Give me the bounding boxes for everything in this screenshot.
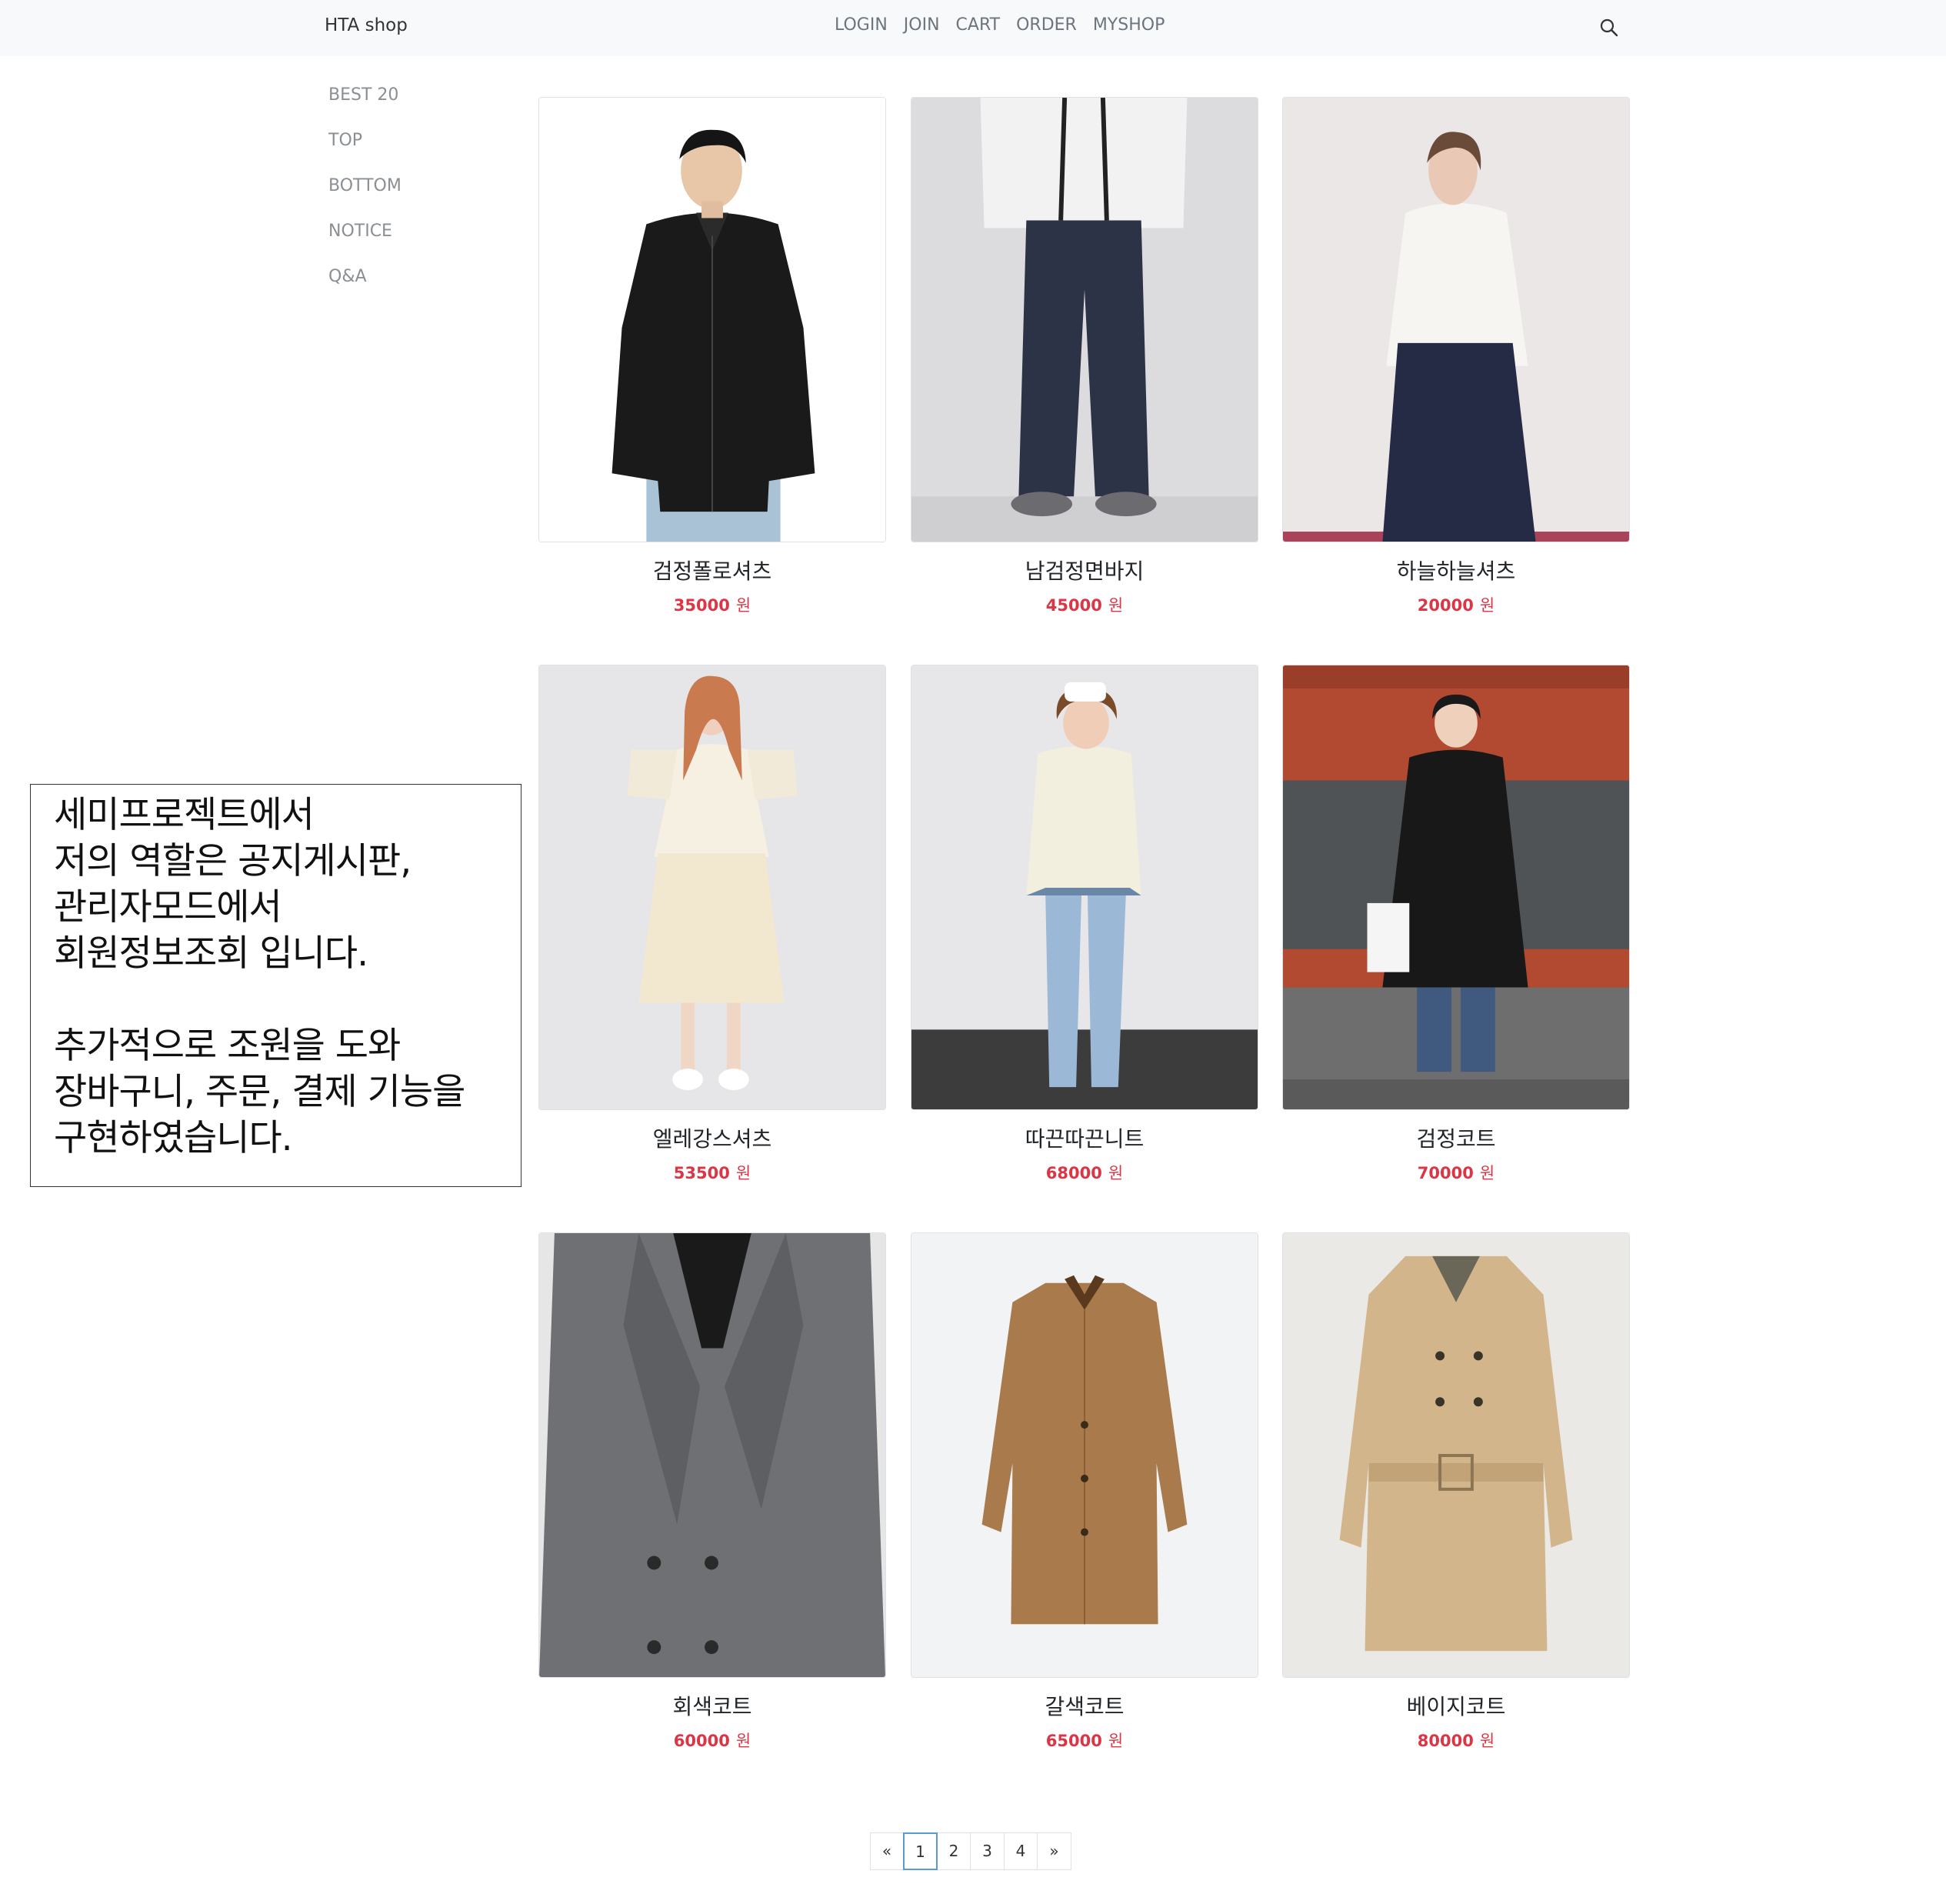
product-image[interactable] xyxy=(1282,97,1630,542)
price-value: 70000 xyxy=(1417,1164,1474,1182)
top-navbar: HTA shop LOGIN JOIN CART ORDER MYSHOP xyxy=(0,0,1946,56)
price-value: 45000 xyxy=(1045,596,1102,615)
product-name[interactable]: 하늘하늘셔츠 xyxy=(1282,555,1630,585)
price-currency: 원 xyxy=(1108,1732,1124,1750)
price-currency: 원 xyxy=(1108,1164,1124,1182)
product-card[interactable]: 검정폴로셔츠 35000 원 xyxy=(538,97,886,616)
price-currency: 원 xyxy=(1108,596,1124,615)
product-image[interactable] xyxy=(911,97,1258,542)
top-nav-links: LOGIN JOIN CART ORDER MYSHOP xyxy=(835,15,1165,35)
price-currency: 원 xyxy=(735,596,751,615)
nav-join[interactable]: JOIN xyxy=(904,15,940,35)
product-price: 60000 원 xyxy=(538,1729,886,1752)
product-name[interactable]: 검정폴로셔츠 xyxy=(538,555,886,585)
price-currency: 원 xyxy=(1479,1732,1495,1750)
product-image[interactable] xyxy=(1282,665,1630,1110)
price-value: 20000 xyxy=(1417,596,1474,615)
product-price: 35000 원 xyxy=(538,593,886,616)
product-name[interactable]: 검정코트 xyxy=(1282,1122,1630,1153)
product-name[interactable]: 갈색코트 xyxy=(911,1690,1258,1721)
product-image[interactable] xyxy=(538,665,886,1110)
nav-order[interactable]: ORDER xyxy=(1016,15,1077,35)
note-paragraph-extra: 추가적으로 조원을 도와 장바구니, 주문, 결제 기능을 구현하였습니다. xyxy=(54,1025,465,1159)
brand-link[interactable]: HTA shop xyxy=(325,15,408,35)
product-image[interactable] xyxy=(911,665,1258,1110)
product-card[interactable]: 남검정면바지 45000 원 xyxy=(911,97,1258,616)
product-card[interactable]: 엘레강스셔츠 53500 원 xyxy=(538,665,886,1184)
product-image[interactable] xyxy=(911,1232,1258,1678)
price-value: 68000 xyxy=(1045,1164,1102,1182)
product-name[interactable]: 엘레강스셔츠 xyxy=(538,1122,886,1153)
sidebar-item-qna[interactable]: Q&A xyxy=(328,263,402,308)
product-price: 53500 원 xyxy=(538,1161,886,1184)
category-sidebar: BEST 20 TOP BOTTOM NOTICE Q&A xyxy=(328,82,402,308)
product-image[interactable] xyxy=(1282,1232,1630,1678)
price-currency: 원 xyxy=(1479,1164,1495,1182)
sidebar-item-notice[interactable]: NOTICE xyxy=(328,218,402,263)
price-currency: 원 xyxy=(1479,596,1495,615)
nav-cart[interactable]: CART xyxy=(956,15,1001,35)
product-price: 70000 원 xyxy=(1282,1161,1630,1184)
price-value: 60000 xyxy=(673,1732,730,1750)
sidebar-item-top[interactable]: TOP xyxy=(328,127,402,172)
nav-login[interactable]: LOGIN xyxy=(835,15,888,35)
product-name[interactable]: 따끈따끈니트 xyxy=(911,1122,1258,1153)
product-card[interactable]: 하늘하늘셔츠 20000 원 xyxy=(1282,97,1630,616)
product-price: 68000 원 xyxy=(911,1161,1258,1184)
product-card[interactable]: 따끈따끈니트 68000 원 xyxy=(911,665,1258,1184)
page-4-button[interactable]: 4 xyxy=(1003,1832,1038,1870)
product-card[interactable]: 회색코트 60000 원 xyxy=(538,1232,886,1752)
product-card[interactable]: 베이지코트 80000 원 xyxy=(1282,1232,1630,1752)
page-prev-button[interactable]: « xyxy=(869,1832,905,1870)
page-3-button[interactable]: 3 xyxy=(970,1832,1005,1870)
price-value: 65000 xyxy=(1045,1732,1102,1750)
product-image[interactable] xyxy=(538,97,886,542)
note-paragraph-role: 세미프로젝트에서 저의 역할은 공지게시판, 관리자모드에서 회원정보조회 입니… xyxy=(54,794,412,975)
product-name[interactable]: 남검정면바지 xyxy=(911,555,1258,585)
product-name[interactable]: 베이지코트 xyxy=(1282,1690,1630,1721)
nav-myshop[interactable]: MYSHOP xyxy=(1093,15,1165,35)
product-price: 65000 원 xyxy=(911,1729,1258,1752)
price-value: 53500 xyxy=(673,1164,730,1182)
product-name[interactable]: 회색코트 xyxy=(538,1690,886,1721)
search-icon[interactable] xyxy=(1599,18,1619,38)
price-value: 35000 xyxy=(673,596,730,615)
page-2-button[interactable]: 2 xyxy=(936,1832,971,1870)
price-currency: 원 xyxy=(735,1164,751,1182)
product-price: 20000 원 xyxy=(1282,593,1630,616)
product-price: 80000 원 xyxy=(1282,1729,1630,1752)
page-next-button[interactable]: » xyxy=(1037,1832,1071,1870)
page-1-button[interactable]: 1 xyxy=(903,1832,938,1870)
product-card[interactable]: 갈색코트 65000 원 xyxy=(911,1232,1258,1752)
product-card[interactable]: 검정코트 70000 원 xyxy=(1282,665,1630,1184)
sidebar-item-bottom[interactable]: BOTTOM xyxy=(328,172,402,218)
product-image[interactable] xyxy=(538,1232,886,1678)
price-value: 80000 xyxy=(1417,1732,1474,1750)
sidebar-item-best20[interactable]: BEST 20 xyxy=(328,82,402,127)
product-price: 45000 원 xyxy=(911,593,1258,616)
pagination: « 1 2 3 4 » xyxy=(869,1832,1071,1870)
price-currency: 원 xyxy=(735,1732,751,1750)
project-note-box: 세미프로젝트에서 저의 역할은 공지게시판, 관리자모드에서 회원정보조회 입니… xyxy=(30,784,521,1187)
